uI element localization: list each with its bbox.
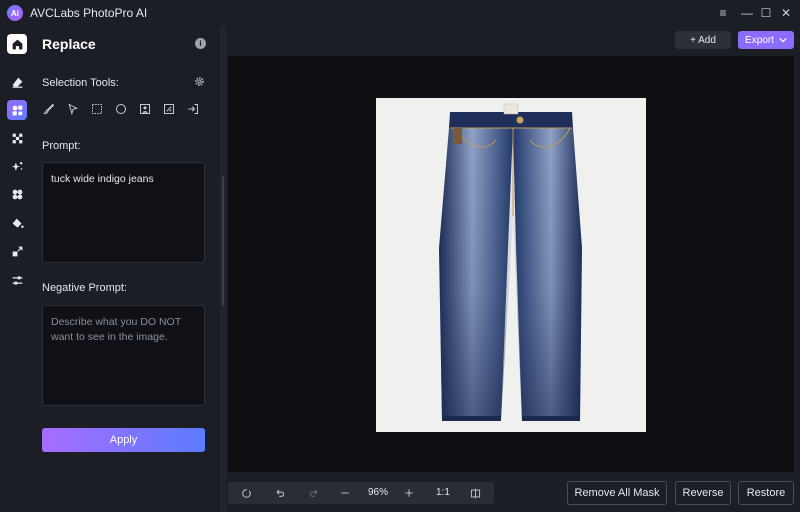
expand-icon	[12, 246, 22, 256]
minimize-button[interactable]: —	[738, 4, 756, 22]
chevron-down-icon	[779, 37, 787, 43]
compare-icon	[470, 488, 480, 498]
tool-rail	[0, 26, 34, 512]
zoom-level: 96%	[368, 487, 389, 498]
close-button[interactable]: ✕	[777, 4, 795, 22]
home-icon	[12, 39, 22, 49]
negative-prompt-input[interactable]: Describe what you DO NOT want to see in …	[42, 305, 205, 406]
negative-prompt-label: Negative Prompt:	[42, 282, 127, 294]
effects-tool-button[interactable]	[7, 184, 27, 204]
ellipse-select-tool[interactable]	[114, 102, 128, 116]
gear-icon[interactable]	[194, 76, 205, 87]
prompt-label: Prompt:	[42, 140, 81, 152]
image-canvas[interactable]	[228, 56, 794, 472]
zoom-in-button[interactable]	[401, 485, 417, 501]
import-mask-tool[interactable]	[186, 102, 200, 116]
reset-view-button[interactable]	[238, 485, 254, 501]
export-label: Export	[745, 34, 774, 46]
mosaic-icon	[12, 133, 22, 143]
eraser-tool-button[interactable]	[7, 72, 27, 92]
apply-button[interactable]: Apply	[42, 428, 205, 452]
auto-select-tool[interactable]	[162, 102, 176, 116]
selection-tools-label: Selection Tools:	[42, 77, 119, 89]
prompt-input[interactable]: tuck wide indigo jeans	[42, 162, 205, 263]
title-bar: Ai AVCLabs PhotoPro AI ≡ — ☐ ✕	[0, 0, 800, 26]
magic-select-icon	[164, 104, 174, 114]
flower-icon	[12, 189, 22, 199]
lasso-tool[interactable]	[66, 102, 80, 116]
adjust-tool-button[interactable]	[7, 270, 27, 290]
subject-select-tool[interactable]	[138, 102, 152, 116]
sliders-icon	[12, 275, 22, 285]
maximize-button[interactable]: ☐	[757, 4, 775, 22]
ellipse-select-icon	[116, 104, 126, 114]
resize-tool-button[interactable]	[7, 241, 27, 261]
app-logo: Ai	[7, 5, 23, 21]
remove-all-mask-button[interactable]: Remove All Mask	[567, 481, 667, 505]
replace-icon	[12, 105, 22, 115]
person-select-icon	[140, 104, 150, 114]
redo-icon	[309, 489, 318, 497]
export-button[interactable]: Export	[738, 31, 794, 49]
enhance-tool-button[interactable]	[7, 156, 27, 176]
redo-button[interactable]	[305, 485, 321, 501]
menu-button[interactable]: ≡	[714, 4, 732, 22]
undo-icon	[275, 489, 284, 497]
splitter-handle[interactable]	[222, 176, 224, 306]
sparkle-icon	[11, 161, 22, 171]
zoom-out-button[interactable]	[337, 485, 353, 501]
replace-tool-button[interactable]	[7, 100, 27, 120]
mosaic-tool-button[interactable]	[7, 128, 27, 148]
pointer-icon	[68, 103, 79, 115]
view-toolbar: 96% 1:1	[228, 482, 494, 504]
rectangle-select-tool[interactable]	[90, 102, 104, 116]
compare-button[interactable]	[467, 485, 483, 501]
replace-panel: Replace i Selection Tools: Prompt: tuck …	[34, 26, 220, 512]
app-title: AVCLabs PhotoPro AI	[30, 6, 148, 20]
panel-splitter[interactable]	[220, 26, 226, 512]
panel-title: Replace	[42, 36, 96, 52]
undo-button[interactable]	[272, 485, 288, 501]
plus-icon	[405, 489, 413, 497]
paint-bucket-icon	[12, 218, 24, 228]
fill-tool-button[interactable]	[7, 213, 27, 233]
home-button[interactable]	[7, 34, 27, 54]
brush-icon	[43, 103, 55, 114]
actual-size-button[interactable]: 1:1	[436, 487, 450, 498]
restore-button[interactable]: Restore	[738, 481, 794, 505]
eraser-icon	[12, 77, 22, 88]
info-icon[interactable]: i	[195, 38, 206, 49]
add-button[interactable]: + Add	[675, 31, 731, 49]
jeans-image	[439, 103, 582, 421]
minus-icon	[341, 492, 349, 494]
rectangle-select-icon	[92, 104, 102, 114]
jeans-photo	[376, 98, 646, 432]
reverse-button[interactable]: Reverse	[675, 481, 731, 505]
brush-tool[interactable]	[42, 102, 56, 116]
import-icon	[188, 104, 198, 114]
refresh-icon	[241, 488, 251, 498]
